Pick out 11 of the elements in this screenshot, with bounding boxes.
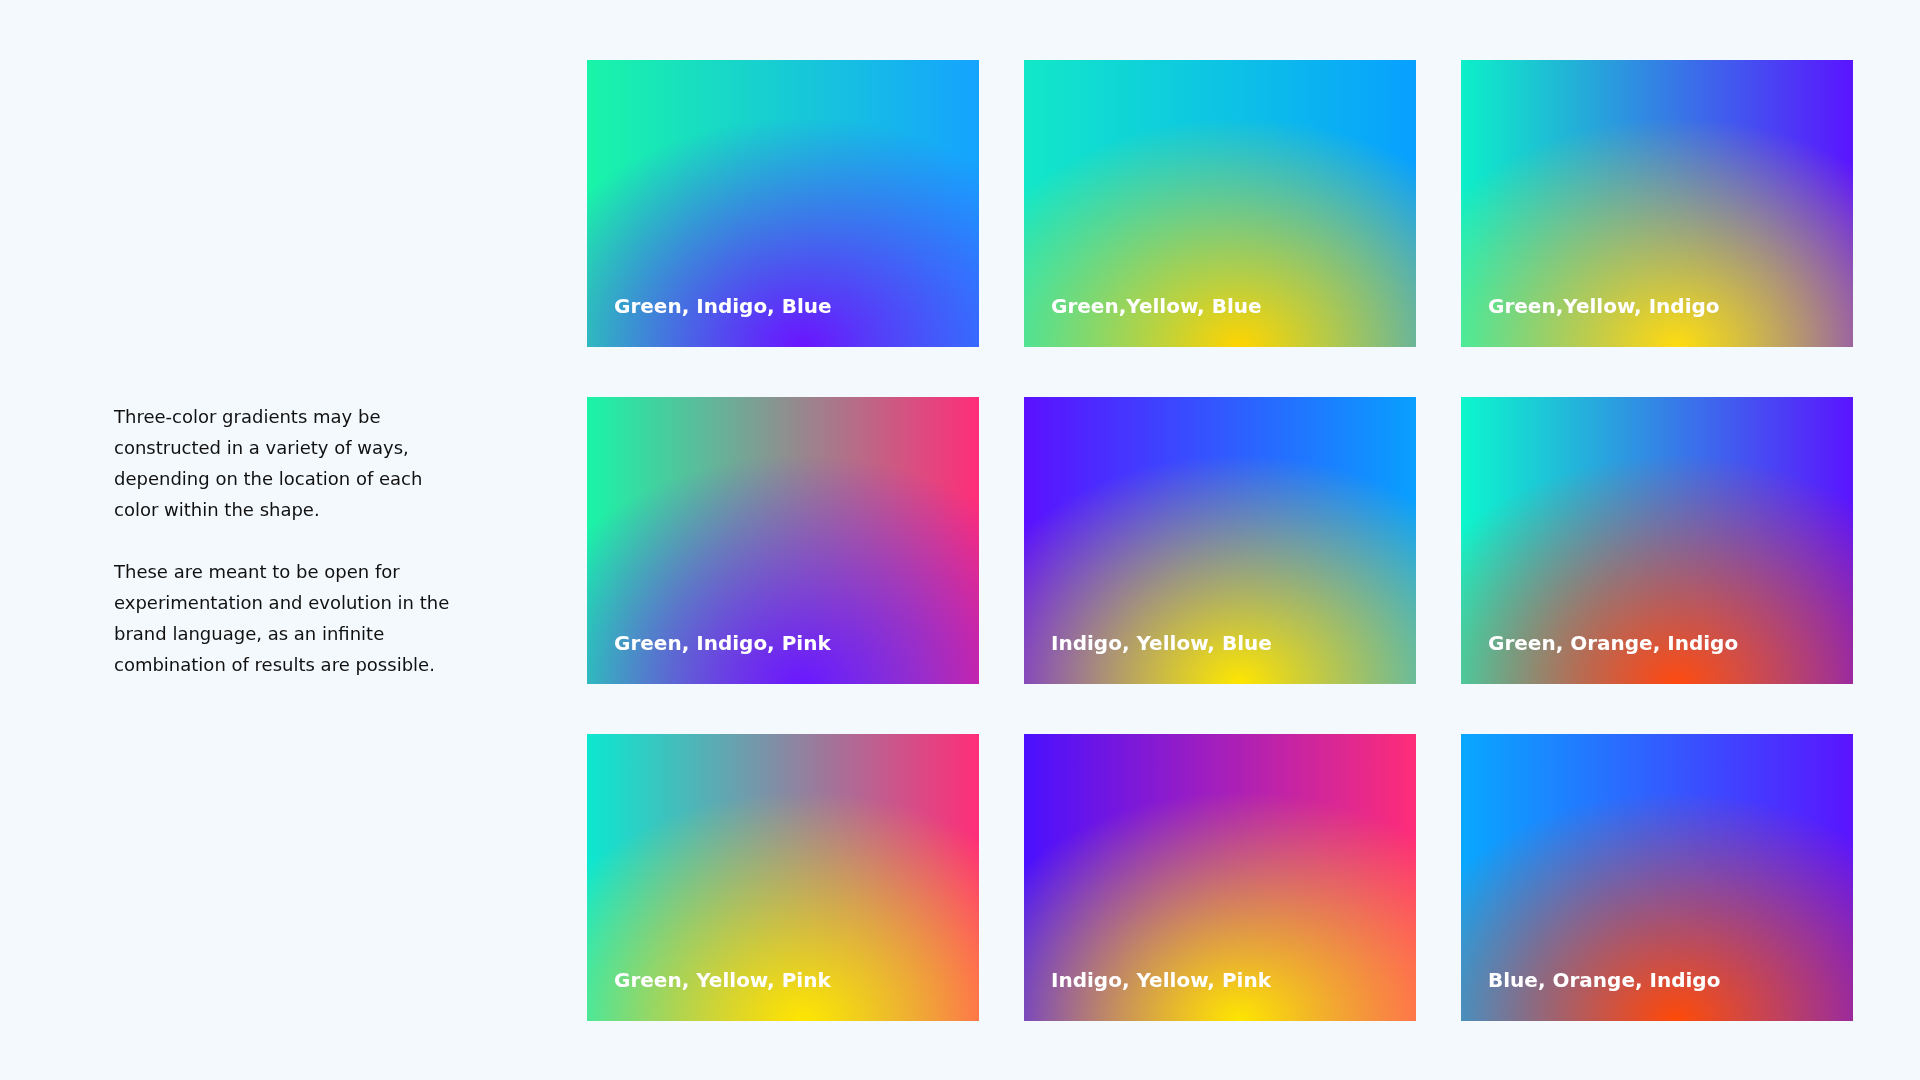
swatch-label: Green, Indigo, Pink (614, 629, 831, 656)
description-paragraph: Three-color gradients may be constructed in a variety of ways, depending on the location of each color within the shape. (114, 404, 424, 522)
swatch-label: Indigo, Yellow, Blue (1051, 629, 1272, 656)
swatch-label: Blue, Orange, Indigo (1488, 966, 1721, 993)
swatch-label: Green, Orange, Indigo (1488, 629, 1739, 656)
swatch-label: Green, Indigo, Blue (614, 292, 832, 319)
swatch-label: Green,Yellow, Indigo (1488, 292, 1720, 319)
swatch-label: Green,Yellow, Blue (1051, 292, 1262, 319)
description-paragraph: These are meant to be open for experimentation and evolution in the brand language, as an infinite combination of results are possible. (114, 559, 451, 677)
swatch-label: Indigo, Yellow, Pink (1051, 966, 1271, 993)
swatch-label: Green, Yellow, Pink (614, 966, 831, 993)
